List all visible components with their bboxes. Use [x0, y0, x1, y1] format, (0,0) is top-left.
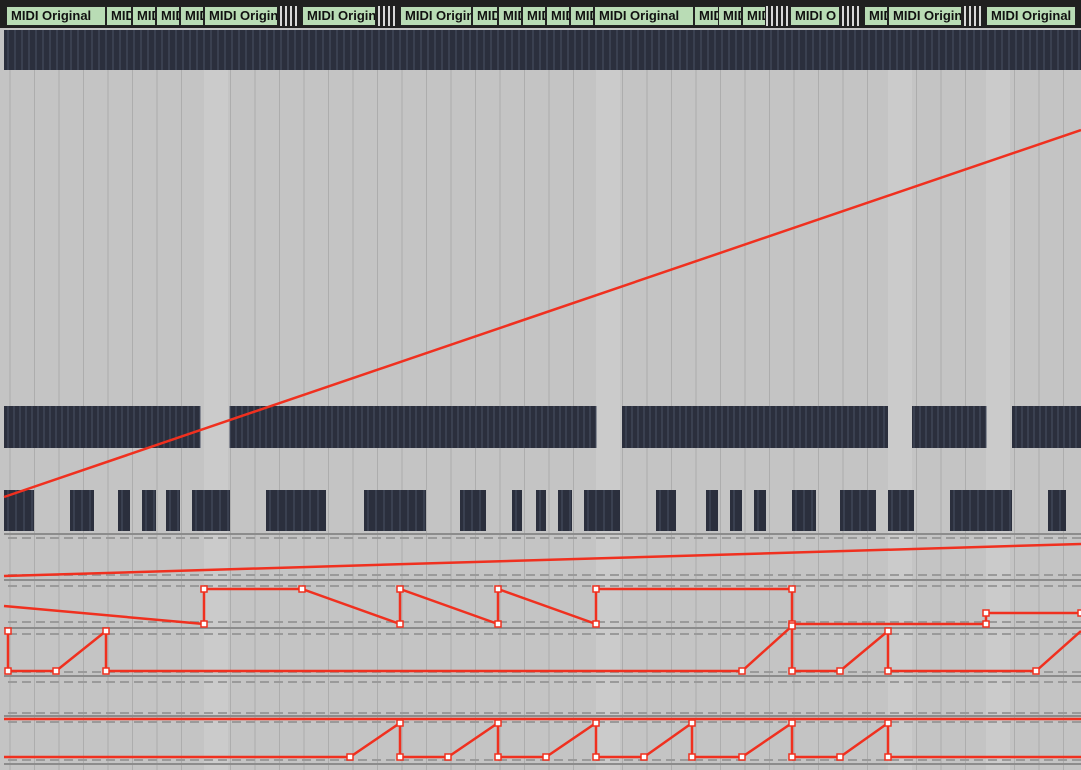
bar-gap: [986, 70, 1010, 770]
track-background: [0, 28, 1081, 770]
automation-node[interactable]: [444, 753, 452, 761]
automation-node[interactable]: [788, 719, 796, 727]
automation-node[interactable]: [592, 585, 600, 593]
bar-gap: [596, 70, 620, 770]
bar-gap: [204, 70, 228, 770]
automation-node[interactable]: [836, 667, 844, 675]
automation-node[interactable]: [738, 667, 746, 675]
automation-node[interactable]: [982, 620, 990, 628]
automation-node[interactable]: [346, 753, 354, 761]
automation-node[interactable]: [592, 753, 600, 761]
automation-node[interactable]: [788, 585, 796, 593]
midi-note-block[interactable]: [4, 406, 200, 448]
automation-node[interactable]: [592, 719, 600, 727]
midi-note-block[interactable]: [118, 490, 130, 531]
automation-node[interactable]: [494, 585, 502, 593]
automation-node[interactable]: [884, 719, 892, 727]
automation-node[interactable]: [102, 667, 110, 675]
automation-node[interactable]: [396, 753, 404, 761]
midi-note-block[interactable]: [536, 490, 546, 531]
automation-node[interactable]: [688, 753, 696, 761]
midi-note-block[interactable]: [656, 490, 676, 531]
automation-node[interactable]: [884, 667, 892, 675]
midi-note-block[interactable]: [730, 490, 742, 531]
midi-note-block[interactable]: [230, 406, 596, 448]
midi-note-block[interactable]: [266, 490, 326, 531]
automation-node[interactable]: [688, 719, 696, 727]
midi-note-block[interactable]: [364, 490, 426, 531]
midi-note-block[interactable]: [584, 490, 620, 531]
automation-node[interactable]: [4, 627, 12, 635]
midi-note-block[interactable]: [754, 490, 766, 531]
automation-node[interactable]: [738, 753, 746, 761]
midi-note-block[interactable]: [192, 490, 230, 531]
automation-node[interactable]: [884, 627, 892, 635]
automation-node[interactable]: [592, 620, 600, 628]
automation-node[interactable]: [396, 719, 404, 727]
automation-node[interactable]: [200, 585, 208, 593]
automation-node[interactable]: [542, 753, 550, 761]
automation-node[interactable]: [298, 585, 306, 593]
automation-node[interactable]: [884, 753, 892, 761]
midi-note-block[interactable]: [512, 490, 522, 531]
automation-node[interactable]: [494, 620, 502, 628]
automation-node[interactable]: [788, 753, 796, 761]
automation-node[interactable]: [396, 620, 404, 628]
arrangement-area[interactable]: MIDI OriginalMIDIMIDIMIDIMIDIMIDI Origin…: [0, 0, 1081, 770]
automation-node[interactable]: [494, 753, 502, 761]
midi-note-lane-top[interactable]: [4, 30, 1081, 70]
automation-node[interactable]: [640, 753, 648, 761]
automation-node[interactable]: [494, 719, 502, 727]
automation-node[interactable]: [1032, 667, 1040, 675]
automation-node[interactable]: [396, 585, 404, 593]
bar-gap: [888, 70, 912, 770]
automation-node[interactable]: [982, 609, 990, 617]
midi-note-block[interactable]: [706, 490, 718, 531]
automation-node[interactable]: [788, 667, 796, 675]
midi-note-block[interactable]: [1048, 490, 1066, 531]
automation-node[interactable]: [52, 667, 60, 675]
track-lanes[interactable]: [0, 0, 1081, 770]
automation-node[interactable]: [200, 620, 208, 628]
automation-node[interactable]: [4, 667, 12, 675]
automation-node[interactable]: [788, 622, 796, 630]
automation-node[interactable]: [836, 753, 844, 761]
midi-note-block[interactable]: [912, 406, 986, 448]
midi-note-block[interactable]: [950, 490, 1012, 531]
midi-note-block[interactable]: [840, 490, 876, 531]
automation-node[interactable]: [102, 627, 110, 635]
